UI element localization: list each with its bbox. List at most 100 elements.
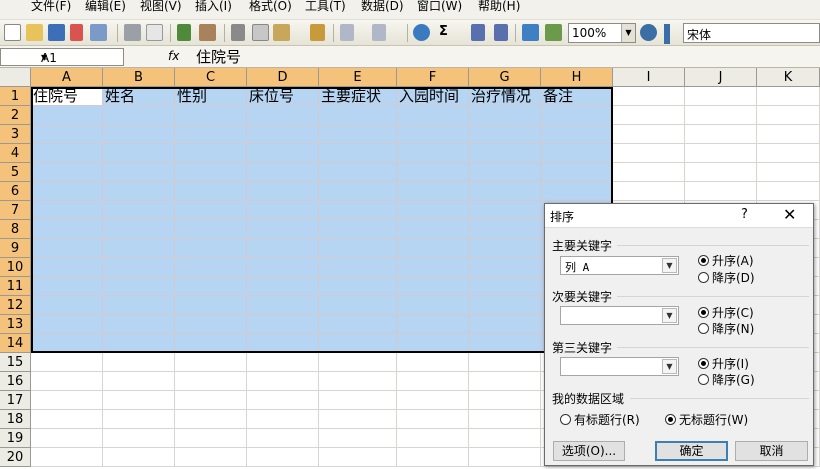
cell-h1[interactable]: 备注 xyxy=(541,87,613,106)
column-header-f[interactable]: F xyxy=(397,68,469,87)
menu-help[interactable]: 帮助(H) xyxy=(478,0,520,14)
row-header-19[interactable]: 19 xyxy=(0,429,31,448)
cell-g6[interactable] xyxy=(469,182,541,201)
cell-g4[interactable] xyxy=(469,144,541,163)
cell-f3[interactable] xyxy=(397,125,469,144)
cell-a12[interactable] xyxy=(31,296,103,315)
cell-e2[interactable] xyxy=(319,106,397,125)
cell-f1[interactable]: 入园时间 xyxy=(397,87,469,106)
ok-button[interactable]: 确定 xyxy=(655,441,728,461)
primary-desc-radio[interactable]: 降序(D) xyxy=(698,269,755,286)
column-header-d[interactable]: D xyxy=(247,68,319,87)
cell-c8[interactable] xyxy=(175,220,247,239)
cell-k4[interactable] xyxy=(757,144,820,163)
cell-b15[interactable] xyxy=(103,353,175,372)
row-header-13[interactable]: 13 xyxy=(0,315,31,334)
chevron-down-icon[interactable]: ▼ xyxy=(662,308,677,323)
cell-k5[interactable] xyxy=(757,163,820,182)
cell-c9[interactable] xyxy=(175,239,247,258)
cell-b11[interactable] xyxy=(103,277,175,296)
row-header-11[interactable]: 11 xyxy=(0,277,31,296)
cell-b8[interactable] xyxy=(103,220,175,239)
cell-f12[interactable] xyxy=(397,296,469,315)
formula-input[interactable]: 住院号 xyxy=(196,46,241,67)
cell-j1[interactable] xyxy=(685,87,757,106)
cell-f10[interactable] xyxy=(397,258,469,277)
cell-g1[interactable]: 治疗情况 xyxy=(469,87,541,106)
cell-c15[interactable] xyxy=(175,353,247,372)
column-header-k[interactable]: K xyxy=(757,68,820,87)
redo-icon[interactable] xyxy=(372,24,386,41)
cell-h4[interactable] xyxy=(541,144,613,163)
row-header-9[interactable]: 9 xyxy=(0,239,31,258)
cell-j2[interactable] xyxy=(685,106,757,125)
cell-h5[interactable] xyxy=(541,163,613,182)
cell-e6[interactable] xyxy=(319,182,397,201)
cell-e11[interactable] xyxy=(319,277,397,296)
cell-c19[interactable] xyxy=(175,429,247,448)
cell-g15[interactable] xyxy=(469,353,541,372)
cell-a3[interactable] xyxy=(31,125,103,144)
cell-a10[interactable] xyxy=(31,258,103,277)
menu-view[interactable]: 视图(V) xyxy=(140,0,182,14)
cell-i5[interactable] xyxy=(613,163,685,182)
cell-i6[interactable] xyxy=(613,182,685,201)
cell-e1[interactable]: 主要症状 xyxy=(319,87,397,106)
cell-b19[interactable] xyxy=(103,429,175,448)
cell-e20[interactable] xyxy=(319,448,397,467)
cell-e7[interactable] xyxy=(319,201,397,220)
cell-f11[interactable] xyxy=(397,277,469,296)
cell-a18[interactable] xyxy=(31,410,103,429)
cell-b4[interactable] xyxy=(103,144,175,163)
cell-c7[interactable] xyxy=(175,201,247,220)
cell-c10[interactable] xyxy=(175,258,247,277)
copy-icon[interactable] xyxy=(252,24,269,41)
cell-f4[interactable] xyxy=(397,144,469,163)
cell-d15[interactable] xyxy=(247,353,319,372)
row-header-7[interactable]: 7 xyxy=(0,201,31,220)
row-header-18[interactable]: 18 xyxy=(0,410,31,429)
cell-b18[interactable] xyxy=(103,410,175,429)
cell-a16[interactable] xyxy=(31,372,103,391)
column-header-b[interactable]: B xyxy=(103,68,175,87)
hyperlink-icon[interactable] xyxy=(413,24,430,41)
cell-d4[interactable] xyxy=(247,144,319,163)
cell-e10[interactable] xyxy=(319,258,397,277)
cell-d3[interactable] xyxy=(247,125,319,144)
cell-k6[interactable] xyxy=(757,182,820,201)
cell-f2[interactable] xyxy=(397,106,469,125)
cell-a14[interactable] xyxy=(31,334,103,353)
autosum-icon[interactable]: Σ xyxy=(439,23,448,41)
cell-g14[interactable] xyxy=(469,334,541,353)
row-header-16[interactable]: 16 xyxy=(0,372,31,391)
cell-d18[interactable] xyxy=(247,410,319,429)
cell-a13[interactable] xyxy=(31,315,103,334)
select-all-corner[interactable] xyxy=(0,68,31,87)
menu-data[interactable]: 数据(D) xyxy=(361,0,404,14)
cell-g16[interactable] xyxy=(469,372,541,391)
help-icon[interactable]: ? xyxy=(741,207,748,222)
cell-e13[interactable] xyxy=(319,315,397,334)
cell-g12[interactable] xyxy=(469,296,541,315)
primary-key-select[interactable]: 列 A ▼ xyxy=(560,256,679,275)
close-icon[interactable]: ✕ xyxy=(783,205,796,224)
cell-a1[interactable]: 住院号 xyxy=(31,87,103,106)
cell-a2[interactable] xyxy=(31,106,103,125)
cell-i2[interactable] xyxy=(613,106,685,125)
cell-g18[interactable] xyxy=(469,410,541,429)
options-button[interactable]: 选项(O)... xyxy=(553,441,625,461)
insert-function-icon[interactable]: fx xyxy=(168,49,179,63)
cell-e17[interactable] xyxy=(319,391,397,410)
cell-a9[interactable] xyxy=(31,239,103,258)
cell-b2[interactable] xyxy=(103,106,175,125)
cell-d14[interactable] xyxy=(247,334,319,353)
chart-wizard-icon[interactable] xyxy=(522,24,539,41)
cell-d7[interactable] xyxy=(247,201,319,220)
column-header-i[interactable]: I xyxy=(613,68,685,87)
row-header-14[interactable]: 14 xyxy=(0,334,31,353)
cell-f8[interactable] xyxy=(397,220,469,239)
cell-d19[interactable] xyxy=(247,429,319,448)
secondary-asc-radio[interactable]: 升序(C) xyxy=(698,304,754,321)
cell-f13[interactable] xyxy=(397,315,469,334)
menu-tools[interactable]: 工具(T) xyxy=(305,0,346,14)
